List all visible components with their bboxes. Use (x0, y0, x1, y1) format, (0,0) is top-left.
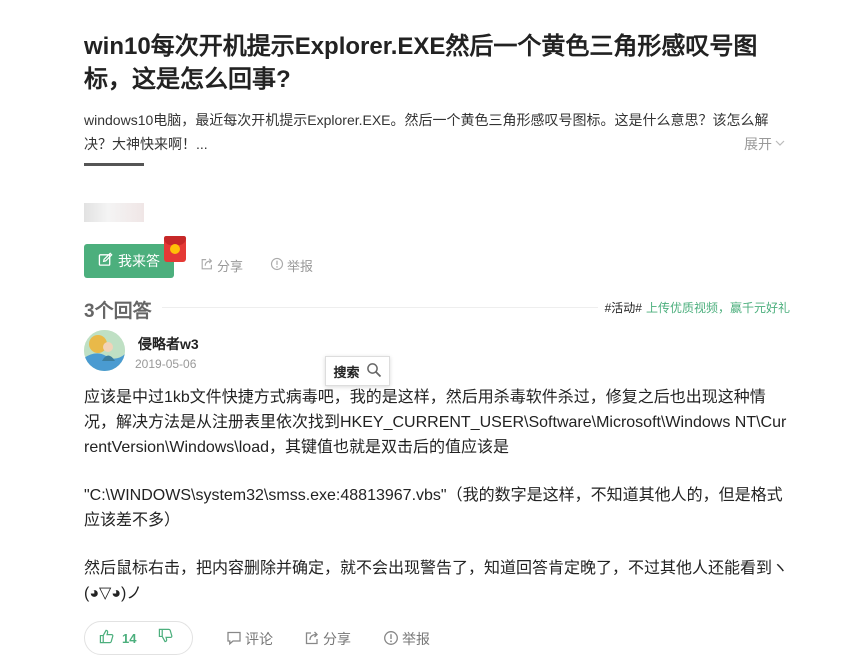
expand-button[interactable]: 展开 (744, 134, 786, 154)
report-icon (270, 257, 284, 274)
answer-date: 2019-05-06 (135, 357, 197, 371)
promo-tag: #活动# (604, 301, 642, 315)
answer-paragraph-1: 应该是中过1kb文件快捷方式病毒吧，我的是这样，然后用杀毒软件杀过，修复之后也出… (84, 389, 787, 456)
comment-label: 评论 (245, 631, 273, 647)
answer-report-button[interactable]: 举报 (383, 629, 430, 649)
edit-icon (98, 252, 113, 270)
answers-divider (162, 307, 598, 308)
avatar[interactable] (84, 330, 125, 371)
promo-text: 上传优质视频，赢千元好礼 (645, 301, 790, 315)
placeholder-bar (84, 203, 144, 222)
share-icon (304, 630, 320, 649)
answers-count: 3个回答 (84, 301, 152, 322)
chevron-down-icon (774, 136, 786, 152)
question-report-button[interactable]: 举报 (270, 256, 313, 275)
thumbs-down-icon (158, 628, 173, 648)
search-popup-label: 搜索 (333, 364, 360, 380)
answer-paragraph-2: "C:\WINDOWS\system32\smss.exe:48813967.v… (84, 487, 783, 529)
author-name[interactable]: 侵略者w3 (138, 334, 199, 354)
question-page: win10每次开机提示Explorer.EXE然后一个黄色三角形感叹号图标，这是… (84, 0, 790, 668)
red-packet-icon[interactable] (164, 236, 186, 262)
promo-link[interactable]: #活动# 上传优质视频，赢千元好礼 (605, 299, 790, 316)
question-title: win10每次开机提示Explorer.EXE然后一个黄色三角形感叹号图标，这是… (84, 33, 758, 93)
thumbs-up-icon (99, 629, 114, 647)
search-popup-button[interactable]: 搜索 (325, 356, 390, 386)
upvote-count: 14 (122, 630, 137, 646)
search-icon (366, 362, 382, 381)
description-divider (84, 163, 144, 166)
answer-button[interactable]: 我来答 (84, 244, 174, 278)
answer-button-label: 我来答 (118, 253, 160, 269)
report-icon (383, 630, 399, 649)
vote-pill: 14 (84, 621, 193, 655)
answer-share-button[interactable]: 分享 (304, 629, 351, 649)
share-label: 分享 (217, 259, 244, 274)
answer-share-label: 分享 (323, 631, 351, 647)
expand-label: 展开 (744, 136, 772, 152)
question-share-button[interactable]: 分享 (200, 256, 243, 275)
comment-button[interactable]: 评论 (226, 629, 273, 649)
report-label: 举报 (287, 259, 314, 274)
share-icon (200, 257, 214, 274)
question-description: windows10电脑，最近每次开机提示Explorer.EXE。然后一个黄色三… (84, 112, 769, 152)
downvote-button[interactable] (158, 628, 173, 648)
comment-icon (226, 630, 242, 649)
answer-report-label: 举报 (402, 631, 430, 647)
answer-paragraph-3: 然后鼠标右击，把内容删除并确定，就不会出现警告了，知道回答肯定晚了，不过其他人还… (84, 560, 789, 602)
upvote-button[interactable]: 14 (99, 629, 136, 647)
